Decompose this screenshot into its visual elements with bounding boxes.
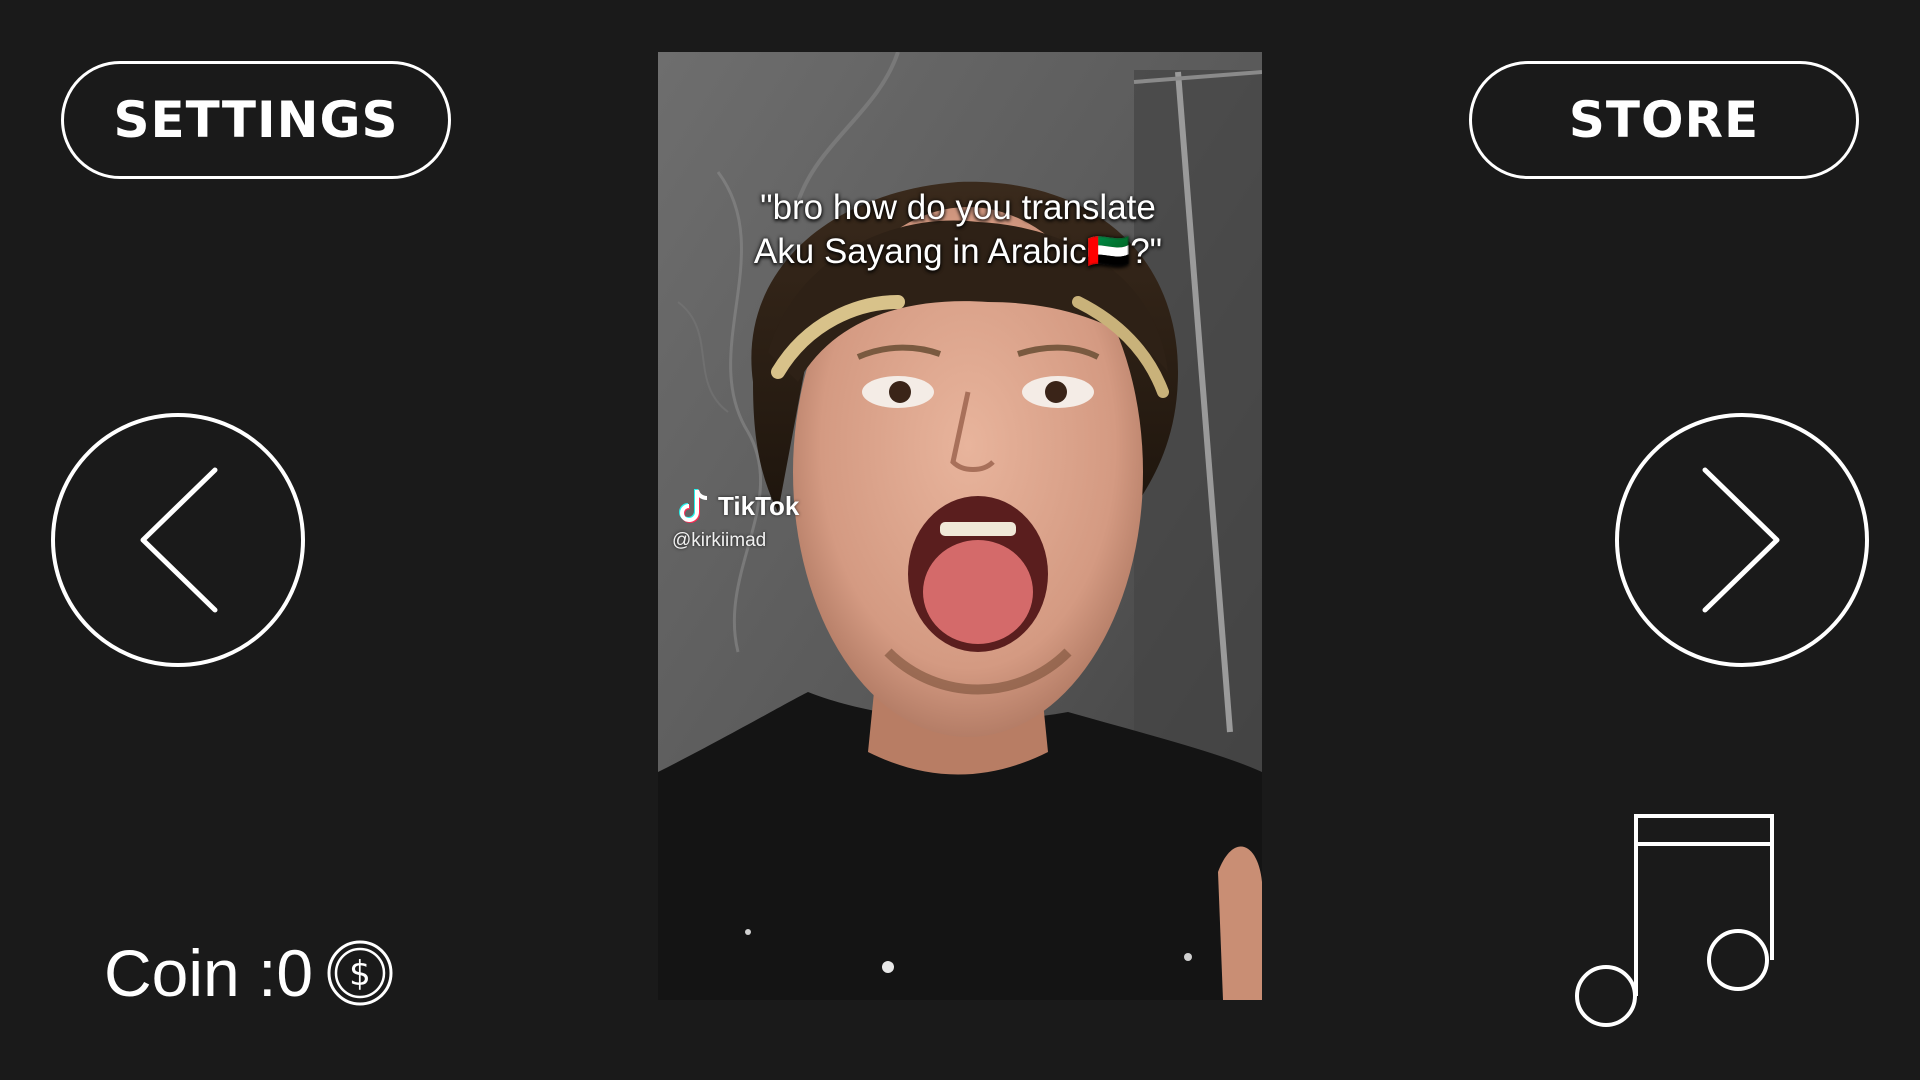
tiktok-logo-icon xyxy=(678,489,708,524)
dollar-coin-icon: $ xyxy=(327,940,393,1006)
tiktok-watermark: TikTok xyxy=(678,488,799,524)
music-note-icon xyxy=(1575,814,1774,1027)
video-caption: "bro how do you translate Aku Sayang in … xyxy=(753,188,1163,271)
video-player[interactable]: "bro how do you translate Aku Sayang in … xyxy=(658,52,1262,1000)
previous-button[interactable] xyxy=(50,412,306,668)
chevron-right-icon xyxy=(1615,413,1869,667)
game-screen: SETTINGS STORE "bro how do you translate… xyxy=(0,0,1920,1080)
svg-text:$: $ xyxy=(349,954,371,994)
store-button[interactable]: STORE xyxy=(1469,61,1859,179)
next-button[interactable] xyxy=(1614,412,1870,668)
tiktok-handle: @kirkiimad xyxy=(672,530,767,551)
coin-counter: Coin :0 $ xyxy=(104,935,393,1011)
music-toggle-button[interactable] xyxy=(1568,812,1776,1030)
coin-label: Coin :0 xyxy=(104,936,314,1010)
tiktok-brand-label: TikTok xyxy=(718,490,800,521)
settings-button[interactable]: SETTINGS xyxy=(61,61,451,179)
chevron-left-icon xyxy=(51,413,305,667)
